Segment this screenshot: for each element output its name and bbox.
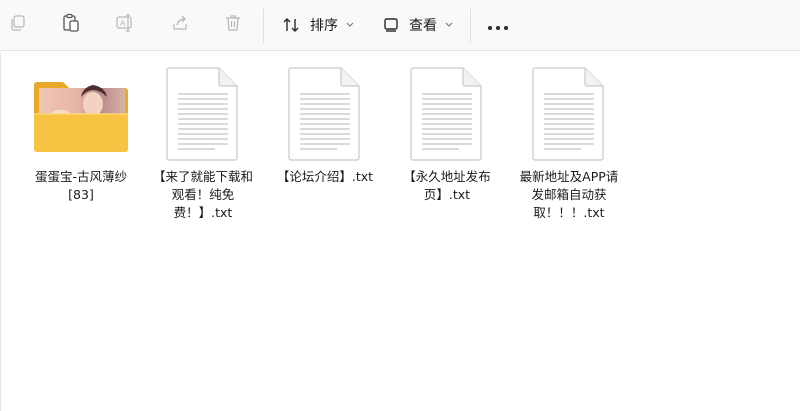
share-button[interactable]	[164, 9, 196, 41]
more-icon	[487, 16, 509, 35]
file-item[interactable]: 最新地址及APP请发邮箱自动获取！！！.txt	[514, 64, 624, 222]
delete-button[interactable]	[217, 9, 249, 41]
text-file-icon	[514, 64, 624, 164]
copy-button[interactable]	[2, 9, 34, 41]
paste-icon	[61, 13, 81, 37]
rename-icon: A	[115, 13, 135, 37]
command-bar: A 排序 查看	[0, 0, 800, 51]
sort-label: 排序	[310, 18, 338, 34]
folder-name: 蛋蛋宝-古风薄纱[83]	[34, 169, 127, 202]
toolbar-divider	[263, 9, 264, 43]
text-file-icon	[392, 64, 502, 164]
file-name: 最新地址及APP请发邮箱自动获取！！！.txt	[519, 169, 619, 220]
sort-icon	[282, 16, 302, 34]
rename-button[interactable]: A	[109, 9, 141, 41]
file-item[interactable]: 【永久地址发布页】.txt	[392, 64, 502, 204]
svg-text:A: A	[120, 19, 126, 28]
file-name: 【永久地址发布页】.txt	[403, 169, 491, 202]
file-item[interactable]: 【论坛介绍】.txt	[270, 64, 380, 186]
folder-icon	[26, 64, 136, 164]
file-name: 【论坛介绍】.txt	[276, 169, 374, 184]
folder-item[interactable]: 蛋蛋宝-古风薄纱[83]	[26, 64, 136, 204]
file-item[interactable]: 【来了就能下载和观看！纯免费！】.txt	[148, 64, 258, 222]
view-menu-button[interactable]: 查看	[383, 9, 453, 41]
copy-icon	[9, 14, 27, 36]
delete-icon	[223, 13, 243, 37]
view-label: 查看	[409, 18, 437, 34]
more-options-button[interactable]	[482, 9, 514, 41]
sort-menu-button[interactable]: 排序	[282, 9, 354, 41]
toolbar-divider	[470, 9, 471, 43]
text-file-icon	[270, 64, 380, 164]
pane-border	[0, 52, 1, 411]
file-list-pane[interactable]: 蛋蛋宝-古风薄纱[83] 【来了就能下载和观看！纯免费！】.txt 【论坛介绍】…	[0, 52, 800, 411]
view-icon	[383, 17, 401, 33]
file-explorer-window: A 排序 查看 蛋蛋宝-古风薄纱[83] 【来了就能下载和观看！纯免费！】.tx…	[0, 0, 800, 411]
paste-button[interactable]	[55, 9, 87, 41]
chevron-down-icon	[346, 22, 354, 28]
file-name: 【来了就能下载和观看！纯免费！】.txt	[152, 169, 253, 220]
chevron-down-icon	[445, 22, 453, 28]
share-icon	[170, 13, 190, 37]
text-file-icon	[148, 64, 258, 164]
